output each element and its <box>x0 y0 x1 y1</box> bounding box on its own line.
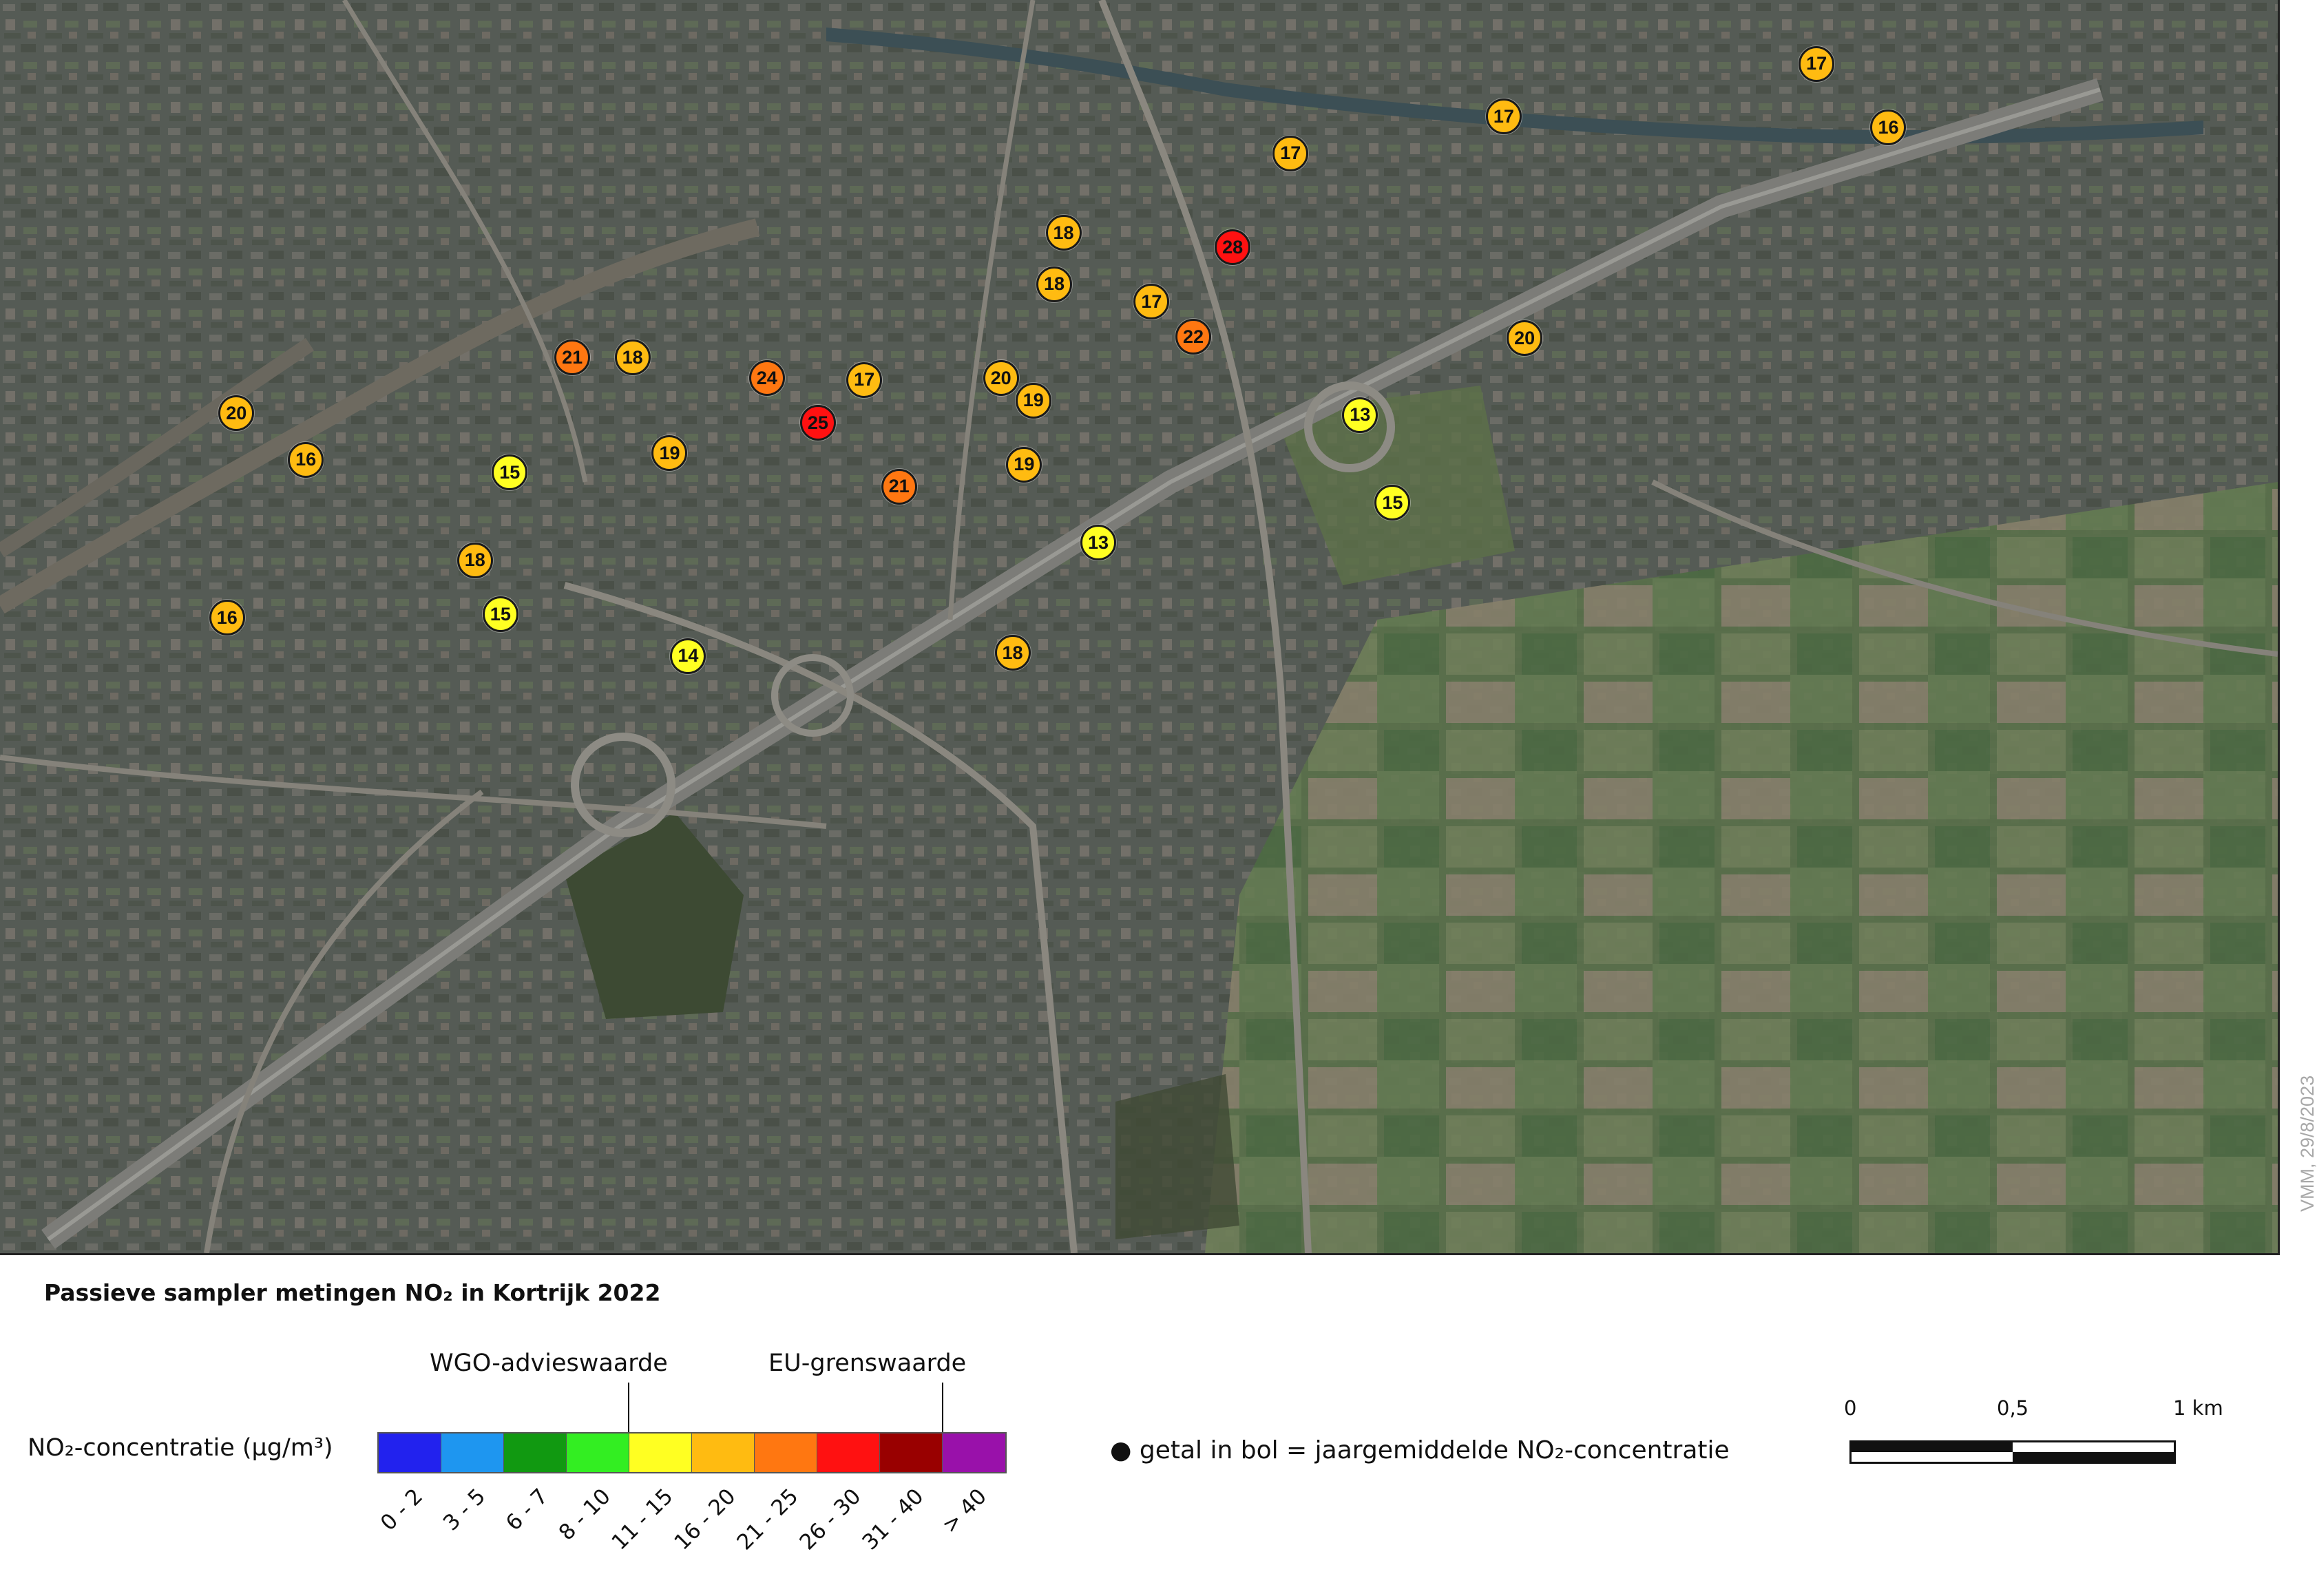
color-swatch <box>817 1434 880 1472</box>
map-credit: VMM, 29/8/2023 <box>2297 1075 2317 1212</box>
no2-marker[interactable]: 13 <box>1342 397 1378 433</box>
no2-marker[interactable]: 18 <box>1036 266 1073 302</box>
no2-marker[interactable]: 17 <box>846 361 883 398</box>
no2-marker[interactable]: 19 <box>1015 382 1051 419</box>
no2-marker[interactable]: 24 <box>748 360 785 397</box>
no2-marker[interactable]: 18 <box>614 339 651 376</box>
color-swatch <box>379 1434 441 1472</box>
aerial-imagery <box>0 0 2278 1253</box>
scale-label-half: 0,5 <box>1997 1396 2029 1420</box>
legend-note: ● getal in bol = jaargemiddelde NO₂-conc… <box>1110 1436 1730 1464</box>
color-swatch <box>943 1434 1005 1472</box>
eu-limit-label: EU-grenswaarde <box>768 1350 967 1377</box>
color-swatch <box>441 1434 504 1472</box>
no2-marker[interactable]: 20 <box>983 360 1019 397</box>
no2-marker[interactable]: 14 <box>670 638 706 674</box>
no2-marker[interactable]: 25 <box>799 405 836 441</box>
color-swatch <box>692 1434 755 1472</box>
range-label: 0 - 2 <box>375 1484 428 1536</box>
color-scale-bar <box>377 1432 1007 1473</box>
legend-title: Passieve sampler metingen NO₂ in Kortrij… <box>44 1279 661 1306</box>
who-guideline-tick <box>628 1383 629 1434</box>
color-swatch <box>629 1434 692 1472</box>
no2-marker[interactable]: 17 <box>1485 98 1522 135</box>
color-swatch <box>567 1434 629 1472</box>
range-label: 3 - 5 <box>438 1484 490 1536</box>
no2-marker[interactable]: 21 <box>881 468 917 505</box>
no2-marker[interactable]: 18 <box>1045 215 1082 251</box>
scale-label-1km: 1 km <box>2173 1396 2223 1420</box>
no2-marker[interactable]: 17 <box>1799 45 1835 82</box>
no2-marker[interactable]: 15 <box>482 596 518 633</box>
range-label: 8 - 10 <box>554 1484 616 1546</box>
color-swatch <box>504 1434 567 1472</box>
range-label: 16 - 20 <box>669 1484 741 1555</box>
range-label: > 40 <box>937 1484 992 1538</box>
range-label: 11 - 15 <box>607 1484 678 1555</box>
no2-marker[interactable]: 13 <box>1080 525 1116 561</box>
no2-marker[interactable]: 18 <box>994 635 1031 671</box>
no2-marker[interactable]: 19 <box>1006 446 1042 483</box>
concentration-label: NO₂-concentratie (µg/m³) <box>28 1434 333 1462</box>
no2-marker[interactable]: 21 <box>554 339 591 376</box>
no2-marker[interactable]: 16 <box>288 441 324 478</box>
no2-marker[interactable]: 18 <box>457 542 493 578</box>
no2-marker[interactable]: 22 <box>1175 319 1211 355</box>
range-label: 31 - 40 <box>857 1484 929 1555</box>
range-label: 6 - 7 <box>501 1484 553 1536</box>
color-swatch <box>880 1434 943 1472</box>
no2-marker[interactable]: 16 <box>209 600 245 636</box>
color-swatch <box>755 1434 817 1472</box>
no2-marker[interactable]: 17 <box>1272 135 1309 171</box>
range-label: 21 - 25 <box>732 1484 804 1555</box>
scale-label-0: 0 <box>1844 1396 1857 1420</box>
who-guideline-label: WGO-advieswaarde <box>430 1350 668 1377</box>
range-label: 26 - 30 <box>795 1484 866 1555</box>
eu-limit-tick <box>942 1383 943 1434</box>
aerial-map[interactable]: 17 17 16 17 18 28 18 17 22 20 21 18 24 17 20 19 20 13 25 19… <box>0 0 2280 1255</box>
scale-bar <box>1849 1440 2176 1464</box>
